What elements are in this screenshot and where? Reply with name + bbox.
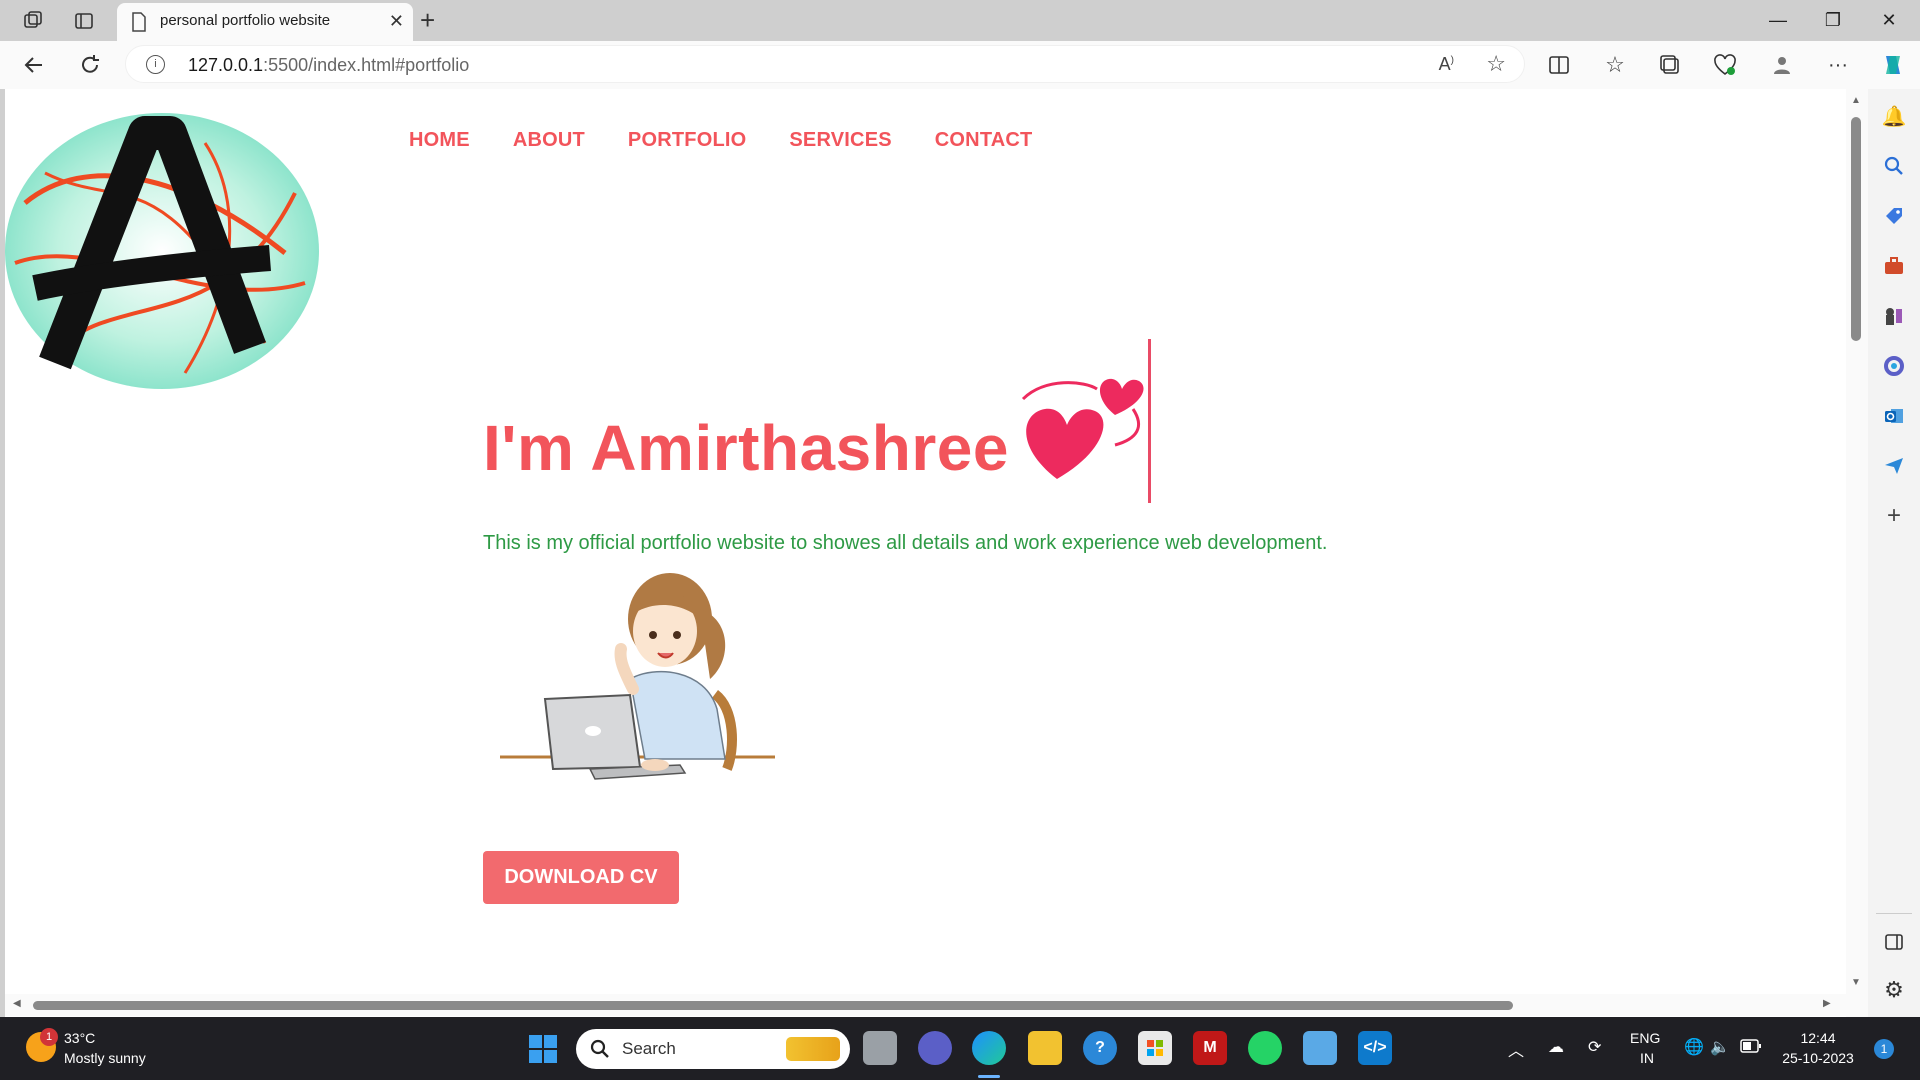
outlook-icon[interactable]: [1881, 403, 1907, 429]
taskbar-search-box[interactable]: Search: [576, 1029, 850, 1069]
scroll-down-arrow-icon[interactable]: ▼: [1851, 977, 1861, 988]
favorites-icon[interactable]: ☆: [1601, 51, 1629, 79]
tab-actions-icon[interactable]: [71, 8, 97, 34]
web-page: HOME ABOUT PORTFOLIO SERVICES CONTACT I'…: [5, 89, 1868, 1017]
browser-toolbar: i 127.0.0.1:5500/index.html#portfolio A)…: [0, 41, 1920, 89]
vertical-scroll-thumb[interactable]: [1851, 117, 1861, 341]
notification-count-badge[interactable]: 1: [1874, 1039, 1894, 1059]
task-view-icon[interactable]: [863, 1031, 897, 1065]
add-sidebar-app-icon[interactable]: +: [1881, 502, 1907, 529]
page-icon: [131, 12, 147, 37]
nav-portfolio-link[interactable]: PORTFOLIO: [628, 129, 746, 152]
hero-title: I'm Amirthashree: [483, 412, 1009, 484]
send-plane-icon[interactable]: [1881, 453, 1907, 479]
girl-with-laptop-illustration: [500, 573, 775, 780]
weather-description[interactable]: Mostly sunny: [64, 1050, 146, 1066]
new-tab-button[interactable]: +: [420, 5, 435, 36]
collections-icon[interactable]: [1656, 51, 1684, 79]
notifications-bell-icon[interactable]: 🔔: [1881, 103, 1907, 129]
scroll-up-arrow-icon[interactable]: ▲: [1851, 95, 1861, 106]
site-info-icon[interactable]: i: [146, 55, 165, 74]
favorite-star-icon[interactable]: ☆: [1486, 51, 1506, 77]
close-window-button[interactable]: ✕: [1866, 6, 1912, 34]
search-icon[interactable]: [1881, 153, 1907, 179]
back-arrow-icon[interactable]: [20, 51, 48, 79]
browser-essentials-icon[interactable]: [1711, 51, 1739, 79]
network-globe-icon[interactable]: 🌐: [1684, 1037, 1704, 1057]
nav-about-link[interactable]: ABOUT: [513, 129, 585, 152]
file-explorer-icon[interactable]: [1028, 1031, 1062, 1065]
edge-browser-icon[interactable]: [972, 1031, 1006, 1065]
scroll-right-arrow-icon[interactable]: ▶: [1823, 998, 1831, 1009]
battery-icon[interactable]: [1740, 1039, 1762, 1056]
show-hidden-icons-chevron-icon[interactable]: ︿: [1508, 1037, 1524, 1061]
settings-gear-icon[interactable]: ⚙: [1881, 977, 1907, 1003]
copilot-icon[interactable]: [1879, 51, 1907, 79]
mcafee-icon[interactable]: M: [1193, 1031, 1227, 1065]
nav-home-link[interactable]: HOME: [409, 129, 470, 152]
profile-icon[interactable]: [1768, 51, 1796, 79]
windows-taskbar: 1 33°C Mostly sunny Search ? M </> ︿ ☁ ⟳…: [0, 1017, 1920, 1080]
onedrive-icon[interactable]: ☁: [1548, 1037, 1564, 1057]
address-bar[interactable]: i 127.0.0.1:5500/index.html#portfolio A)…: [125, 45, 1525, 83]
control-panel-icon[interactable]: [1303, 1031, 1337, 1065]
windows-start-icon[interactable]: [528, 1034, 558, 1064]
weather-temperature[interactable]: 33°C: [64, 1030, 95, 1046]
sync-icon[interactable]: ⟳: [1588, 1037, 1601, 1057]
language-region[interactable]: IN: [1640, 1050, 1654, 1066]
active-app-indicator: [978, 1075, 1000, 1078]
hero-tagline: This is my official portfolio website to…: [483, 532, 1328, 554]
tab-portfolio[interactable]: personal portfolio website ✕: [117, 3, 413, 41]
teams-chat-icon[interactable]: [918, 1031, 952, 1065]
microsoft-365-icon[interactable]: [1881, 353, 1907, 379]
get-help-icon[interactable]: ?: [1083, 1031, 1117, 1065]
more-options-icon[interactable]: ···: [1824, 51, 1852, 79]
microsoft-store-icon[interactable]: [1138, 1031, 1172, 1065]
horizontal-scroll-thumb[interactable]: [33, 1001, 1513, 1010]
main-navigation: HOME ABOUT PORTFOLIO SERVICES CONTACT: [409, 129, 1075, 152]
search-icon: [590, 1039, 609, 1058]
vscode-icon[interactable]: </>: [1358, 1031, 1392, 1065]
tools-briefcase-icon[interactable]: [1881, 253, 1907, 279]
close-tab-icon[interactable]: ✕: [389, 11, 404, 32]
hide-sidebar-icon[interactable]: [1881, 929, 1907, 955]
browser-tab-strip: personal portfolio website ✕ + — ❐ ✕: [0, 0, 1920, 41]
scroll-left-arrow-icon[interactable]: ◀: [13, 998, 21, 1009]
clock-date[interactable]: 25-10-2023: [1780, 1050, 1856, 1066]
horizontal-scrollbar[interactable]: ◀ ▶: [5, 994, 1846, 1016]
url-text[interactable]: 127.0.0.1:5500/index.html#portfolio: [188, 55, 469, 76]
tab-title: personal portfolio website: [160, 12, 331, 29]
read-aloud-icon[interactable]: A): [1439, 54, 1454, 75]
weather-badge: 1: [40, 1028, 58, 1046]
shopping-tag-icon[interactable]: [1881, 203, 1907, 229]
vertical-scrollbar[interactable]: ▲ ▼: [1846, 89, 1868, 1017]
typing-cursor: [1148, 339, 1151, 503]
language-code[interactable]: ENG: [1630, 1030, 1660, 1046]
download-cv-button[interactable]: DOWNLOAD CV: [483, 851, 679, 904]
restore-button[interactable]: ❐: [1810, 6, 1856, 34]
clock-time[interactable]: 12:44: [1790, 1030, 1846, 1046]
two-hearts-icon: [1021, 378, 1144, 479]
minimize-button[interactable]: —: [1755, 6, 1801, 34]
search-label: Search: [622, 1039, 676, 1058]
nav-services-link[interactable]: SERVICES: [789, 129, 891, 152]
site-logo[interactable]: [5, 113, 319, 389]
games-icon[interactable]: [1881, 303, 1907, 329]
split-screen-icon[interactable]: [1545, 51, 1573, 79]
edge-sidebar: 🔔 + ⚙: [1868, 89, 1920, 1017]
search-highlight-icon: [786, 1037, 840, 1061]
refresh-icon[interactable]: [76, 51, 104, 79]
volume-icon[interactable]: 🔈: [1710, 1037, 1730, 1057]
workspaces-icon[interactable]: [20, 8, 46, 34]
nav-contact-link[interactable]: CONTACT: [935, 129, 1033, 152]
sidebar-divider: [1876, 913, 1912, 914]
whatsapp-icon[interactable]: [1248, 1031, 1282, 1065]
